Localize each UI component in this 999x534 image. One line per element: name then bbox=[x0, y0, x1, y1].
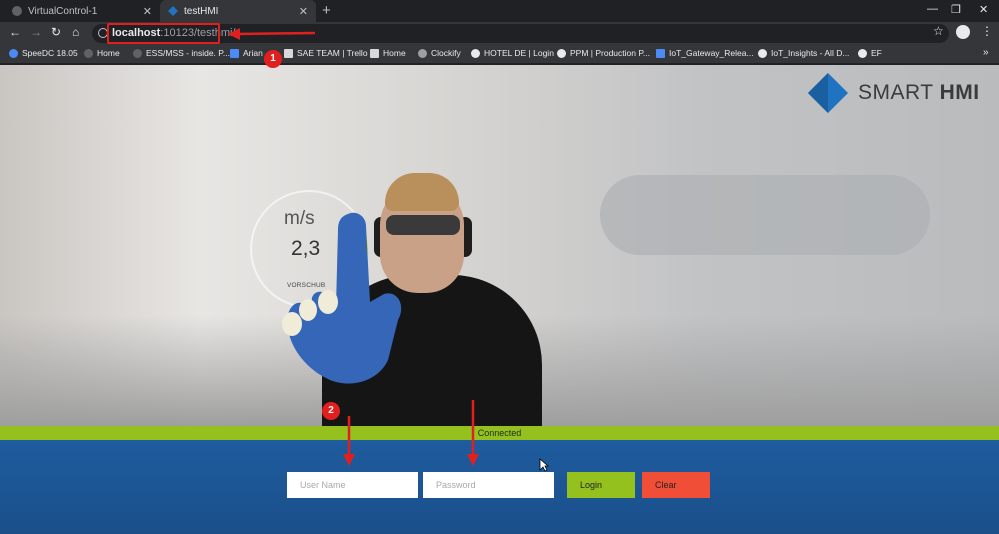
url-highlight-box bbox=[107, 23, 220, 44]
bookmark-item[interactable]: HOTEL DE | Login bbox=[471, 48, 554, 58]
profile-avatar-icon[interactable] bbox=[956, 25, 970, 39]
home-icon[interactable]: ⌂ bbox=[72, 25, 79, 39]
password-input[interactable] bbox=[423, 472, 554, 498]
bookmark-star-icon[interactable]: ☆ bbox=[933, 24, 944, 38]
bookmark-icon bbox=[230, 48, 239, 58]
bookmark-label: Arian bbox=[243, 48, 263, 58]
bookmark-icon bbox=[133, 48, 142, 58]
window-close-icon[interactable]: ✕ bbox=[979, 3, 988, 16]
new-tab-icon[interactable]: + bbox=[322, 2, 331, 19]
more-menu-icon[interactable]: ⋮ bbox=[981, 24, 993, 38]
bookmark-item[interactable]: SAE TEAM | Trello bbox=[284, 48, 368, 58]
bookmark-item[interactable]: IoT_Insights - All D... bbox=[758, 48, 849, 58]
bookmark-icon bbox=[84, 48, 93, 58]
bookmark-label: Home bbox=[97, 48, 120, 58]
reload-icon[interactable]: ↻ bbox=[51, 25, 61, 39]
login-button[interactable]: Login bbox=[567, 472, 635, 498]
bookmark-label: HOTEL DE | Login bbox=[484, 48, 554, 58]
tab-label: testHMI bbox=[184, 5, 219, 17]
tab-strip: VirtualControl-1 ✕ testHMI ✕ + — ❐ ✕ bbox=[0, 0, 999, 22]
bookmark-item[interactable]: Arian bbox=[230, 48, 263, 58]
hmi-page: m/s 2,3 VORSCHUB SMART HMI Connected L bbox=[0, 65, 999, 534]
restore-icon[interactable]: ❐ bbox=[951, 3, 961, 16]
tab-testhmi[interactable]: testHMI ✕ bbox=[160, 0, 316, 22]
close-icon[interactable]: ✕ bbox=[143, 5, 152, 18]
bookmarks-bar: SpeeDC 18.05 Home ESS/MSS - inside. P...… bbox=[0, 44, 999, 64]
background-duct bbox=[600, 175, 930, 255]
bookmark-label: SAE TEAM | Trello bbox=[297, 48, 368, 58]
bookmark-icon bbox=[557, 48, 566, 58]
bookmarks-overflow-icon[interactable]: » bbox=[983, 47, 989, 58]
blue-glove-image bbox=[282, 212, 402, 384]
login-panel: Login Clear bbox=[0, 440, 999, 534]
bookmark-label: ESS/MSS - inside. P... bbox=[146, 48, 230, 58]
bookmark-item[interactable]: Clockify bbox=[418, 48, 461, 58]
bookmark-item[interactable]: PPM | Production P... bbox=[557, 48, 650, 58]
bookmark-label: SpeeDC 18.05 bbox=[22, 48, 78, 58]
bookmark-label: IoT_Insights - All D... bbox=[771, 48, 850, 58]
bookmark-icon bbox=[471, 48, 480, 58]
close-icon[interactable]: ✕ bbox=[299, 5, 308, 18]
bookmark-label: Home bbox=[383, 48, 406, 58]
bookmark-icon bbox=[858, 48, 867, 58]
bookmark-icon bbox=[758, 48, 767, 58]
logo-text-light: SMART bbox=[858, 81, 940, 104]
bookmark-icon bbox=[9, 48, 18, 58]
smart-hmi-logo: SMART HMI bbox=[808, 73, 980, 113]
forward-arrow-icon[interactable]: → bbox=[30, 25, 42, 39]
connection-status-bar: Connected bbox=[0, 426, 999, 440]
annotation-badge-1: 1 bbox=[264, 50, 282, 68]
mouse-cursor-icon bbox=[539, 458, 549, 472]
browser-window: VirtualControl-1 ✕ testHMI ✕ + — ❐ ✕ ← →… bbox=[0, 0, 999, 534]
bookmark-item[interactable]: SpeeDC 18.05 bbox=[9, 48, 78, 58]
minimize-icon[interactable]: — bbox=[927, 3, 938, 15]
bookmark-icon bbox=[370, 48, 379, 58]
clear-button[interactable]: Clear bbox=[642, 472, 710, 498]
bookmark-item[interactable]: IoT_Gateway_Relea... bbox=[656, 48, 754, 58]
bookmark-item[interactable]: Home bbox=[84, 48, 120, 58]
logo-text: SMART HMI bbox=[858, 81, 980, 105]
logo-text-bold: HMI bbox=[939, 81, 980, 104]
connection-status: Connected bbox=[477, 428, 522, 438]
bookmark-icon bbox=[418, 48, 427, 58]
address-bar[interactable]: localhost:10123/testhmi/ bbox=[92, 24, 949, 43]
annotation-badge-2: 2 bbox=[322, 402, 340, 420]
bookmark-item[interactable]: Home bbox=[370, 48, 406, 58]
username-input[interactable] bbox=[287, 472, 418, 498]
smarthmi-logo-icon bbox=[808, 73, 848, 113]
bookmark-icon bbox=[284, 48, 293, 58]
back-arrow-icon[interactable]: ← bbox=[9, 25, 21, 39]
bookmark-icon bbox=[656, 48, 665, 58]
bookmark-label: EF bbox=[871, 48, 882, 58]
hero-background: m/s 2,3 VORSCHUB SMART HMI bbox=[0, 65, 999, 435]
bookmark-label: IoT_Gateway_Relea... bbox=[669, 48, 754, 58]
person-hair bbox=[385, 173, 459, 211]
tab-virtualcontrol[interactable]: VirtualControl-1 ✕ bbox=[4, 0, 160, 22]
bookmark-label: Clockify bbox=[431, 48, 461, 58]
tab-label: VirtualControl-1 bbox=[28, 5, 98, 17]
bookmark-label: PPM | Production P... bbox=[570, 48, 651, 58]
bookmark-item[interactable]: ESS/MSS - inside. P... bbox=[133, 48, 230, 58]
bookmark-item[interactable]: EF bbox=[858, 48, 882, 58]
globe-icon bbox=[12, 6, 22, 16]
smarthmi-favicon-icon bbox=[168, 6, 178, 16]
